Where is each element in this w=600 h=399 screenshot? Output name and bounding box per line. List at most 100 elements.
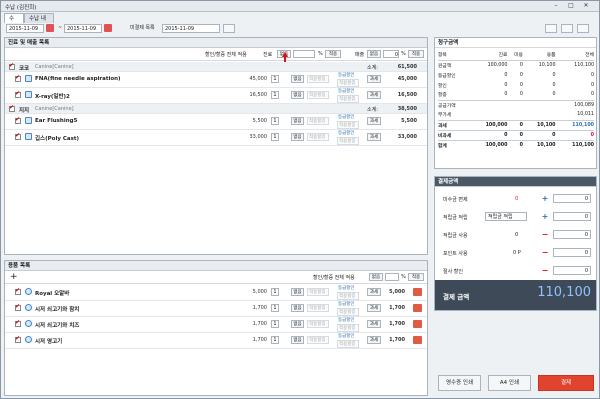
reserve-use-input[interactable]: 0	[553, 230, 591, 239]
grade-discount-input[interactable]: 적용할증	[337, 308, 359, 316]
discount-select[interactable]: 없음	[291, 304, 304, 312]
grade-discount-link[interactable]: 등급할인	[338, 130, 355, 136]
group-checkbox[interactable]	[9, 62, 15, 70]
grade-discount-link[interactable]: 등급할인	[338, 317, 355, 323]
item-checkbox[interactable]	[15, 287, 21, 295]
minus-icon[interactable]: −	[541, 249, 549, 257]
grade-discount-input[interactable]: 적용할증	[337, 292, 359, 300]
grade-discount-link[interactable]: 등급할인	[338, 301, 355, 307]
reserve-select[interactable]: 적립금 적립	[485, 212, 527, 221]
discount-input[interactable]: 적용할증	[307, 91, 329, 99]
date-from-field[interactable]: 2015-11-09	[6, 24, 44, 33]
close-icon[interactable]: ✕	[579, 2, 593, 10]
tax-select[interactable]: 과세	[367, 117, 381, 125]
discount-select[interactable]: 없음	[291, 117, 304, 125]
discount-input[interactable]: 적용할증	[307, 75, 329, 83]
grade-discount-input[interactable]: 적용할증	[337, 79, 359, 87]
qty-input[interactable]: 1	[271, 133, 279, 141]
pay-button[interactable]: 결제	[538, 375, 594, 391]
sales-pct-input[interactable]: 0	[383, 50, 399, 58]
list-icon[interactable]	[577, 24, 589, 33]
calendar-icon[interactable]	[46, 24, 54, 32]
item-checkbox[interactable]	[15, 116, 21, 124]
discount-input[interactable]: 적용할증	[307, 336, 329, 344]
grade-discount-input[interactable]: 적용할증	[337, 324, 359, 332]
bulk-pct-input[interactable]	[293, 50, 315, 58]
discount-input[interactable]: 적용할증	[307, 320, 329, 328]
date-to-field[interactable]: 2015-11-09	[64, 24, 102, 33]
add-icon[interactable]: +	[10, 271, 18, 283]
discount-select[interactable]: 없음	[291, 133, 304, 141]
qty-input[interactable]: 1	[271, 304, 279, 312]
calendar-icon[interactable]	[104, 24, 112, 32]
bulk-apply-button[interactable]: 적용	[408, 273, 424, 281]
tax-select[interactable]: 과세	[367, 304, 381, 312]
grade-discount-input[interactable]: 적용할증	[337, 121, 359, 129]
grade-discount-input[interactable]: 적용할증	[337, 137, 359, 145]
qty-input[interactable]: 1	[271, 336, 279, 344]
unsettled-date-select[interactable]: 2015-11-09	[162, 24, 220, 33]
plus-icon[interactable]: +	[541, 213, 549, 221]
cut-discount-input[interactable]: 0	[553, 266, 591, 275]
discount-input[interactable]: 적용할증	[307, 304, 329, 312]
sales-apply-button[interactable]: 적용	[408, 50, 424, 58]
receipt-print-button[interactable]: 영수증 인쇄	[438, 375, 481, 391]
minus-icon[interactable]: −	[541, 231, 549, 239]
item-checkbox[interactable]	[15, 335, 21, 343]
grade-discount-input[interactable]: 적용할증	[337, 95, 359, 103]
qty-input[interactable]: 1	[271, 320, 279, 328]
discount-select[interactable]: 없음	[291, 75, 304, 83]
a4-print-button[interactable]: A4 인쇄	[488, 375, 531, 391]
tax-select[interactable]: 과세	[367, 133, 381, 141]
remove-icon[interactable]	[413, 336, 422, 344]
reserve-input[interactable]: 0	[553, 212, 591, 221]
save-icon[interactable]	[545, 24, 557, 33]
discount-select[interactable]: 없음	[291, 336, 304, 344]
tax-select[interactable]: 과세	[367, 336, 381, 344]
tax-select[interactable]: 과세	[367, 288, 381, 296]
grade-discount-link[interactable]: 등급할인	[338, 114, 355, 120]
discount-select[interactable]: 없음	[291, 288, 304, 296]
remove-icon[interactable]	[413, 320, 422, 328]
qty-input[interactable]: 1	[271, 288, 279, 296]
minus-icon[interactable]: −	[541, 267, 549, 275]
item-checkbox[interactable]	[15, 74, 21, 82]
item-checkbox[interactable]	[15, 132, 21, 140]
minimize-icon[interactable]: –	[549, 2, 563, 10]
grade-discount-link[interactable]: 등급할인	[338, 285, 355, 291]
item-checkbox[interactable]	[15, 303, 21, 311]
discount-input[interactable]: 적용할증	[307, 133, 329, 141]
grade-discount-link[interactable]: 등급할인	[338, 333, 355, 339]
item-checkbox[interactable]	[15, 319, 21, 327]
sales-discount-select[interactable]: 없음	[367, 50, 381, 58]
tab-receipt-history[interactable]: 수납 내역	[24, 13, 54, 32]
remove-icon[interactable]	[413, 288, 422, 296]
qty-input[interactable]: 1	[271, 117, 279, 125]
discount-input[interactable]: 적용할증	[307, 117, 329, 125]
delete-icon[interactable]	[561, 24, 573, 33]
discount-select[interactable]: 없음	[291, 320, 304, 328]
qty-input[interactable]: 1	[271, 75, 279, 83]
grade-discount-link[interactable]: 등급할인	[338, 72, 355, 78]
grid-icon[interactable]	[223, 24, 235, 33]
point-use-input[interactable]: 0	[553, 248, 591, 257]
unpaid-input[interactable]: 0	[553, 194, 591, 203]
cell: 10,100	[538, 62, 556, 68]
grade-discount-input[interactable]: 적용할증	[337, 340, 359, 348]
tab-receipt[interactable]: 수납	[4, 13, 24, 32]
tax-select[interactable]: 과세	[367, 91, 381, 99]
discount-select[interactable]: 없음	[291, 91, 304, 99]
group-checkbox[interactable]	[9, 104, 15, 112]
item-checkbox[interactable]	[15, 90, 21, 98]
grade-discount-link[interactable]: 등급할인	[338, 88, 355, 94]
bulk-pct-input[interactable]	[385, 273, 399, 281]
bulk-discount-select[interactable]: 없음	[369, 273, 383, 281]
qty-input[interactable]: 1	[271, 91, 279, 99]
remove-icon[interactable]	[413, 304, 422, 312]
tax-select[interactable]: 과세	[367, 75, 381, 83]
plus-icon[interactable]: +	[541, 195, 549, 203]
tax-select[interactable]: 과세	[367, 320, 381, 328]
bulk-apply-button[interactable]: 적용	[325, 50, 341, 58]
maximize-icon[interactable]: □	[564, 2, 578, 10]
discount-input[interactable]: 적용할증	[307, 288, 329, 296]
